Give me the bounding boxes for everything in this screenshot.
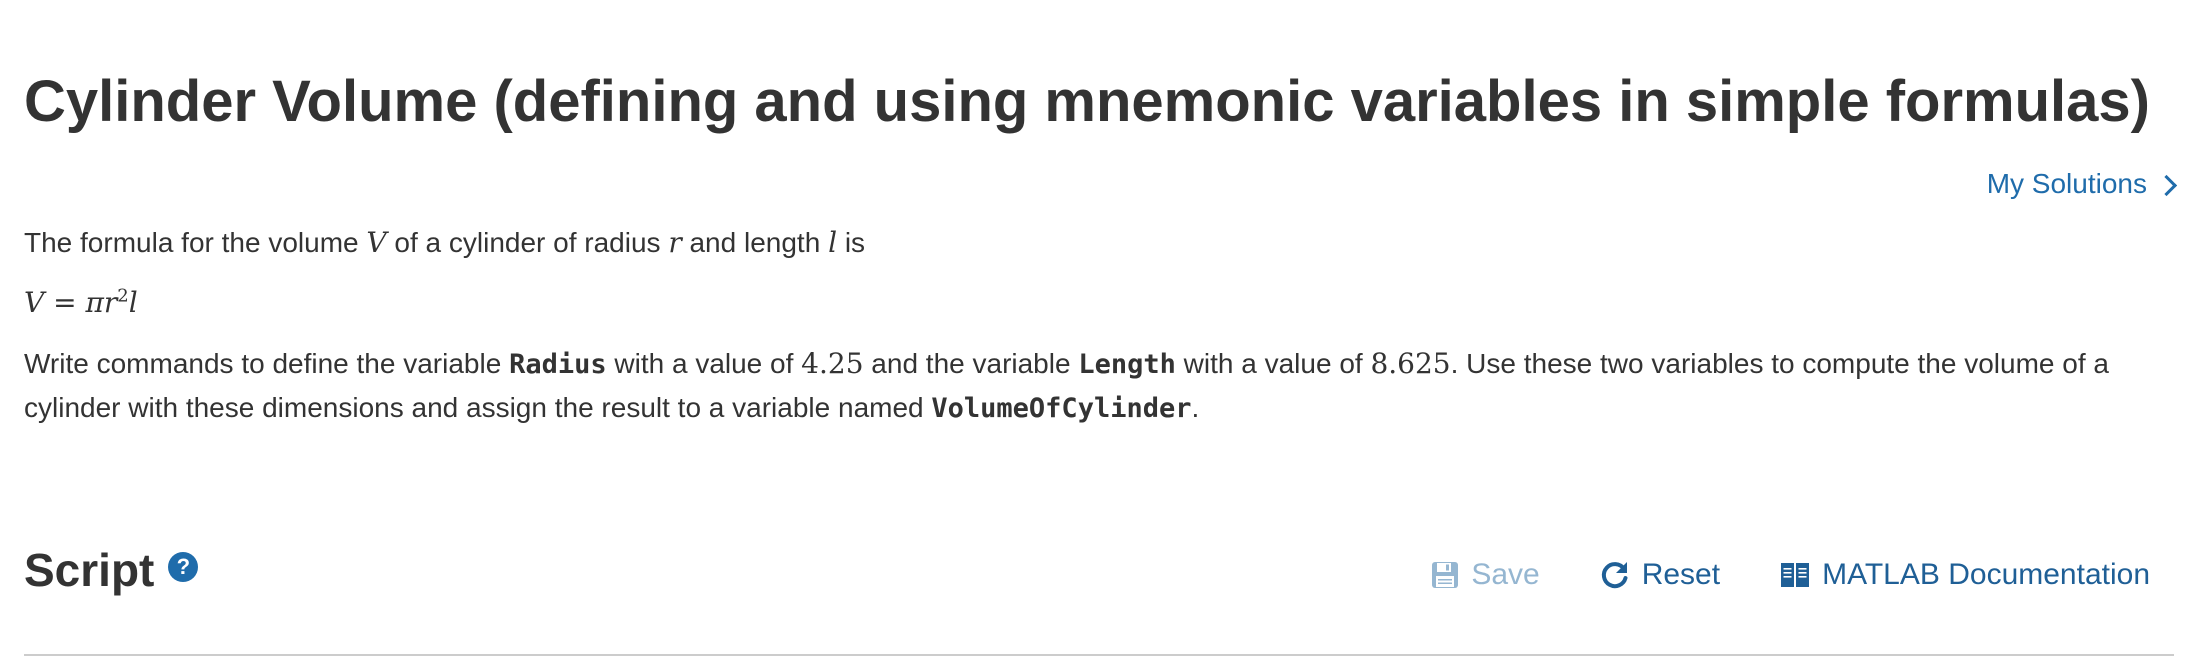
save-icon — [1432, 562, 1459, 588]
book-icon — [1781, 563, 1810, 587]
var-v: V — [366, 226, 387, 259]
save-button[interactable]: Save — [1431, 558, 1540, 592]
code-volume: VolumeOfCylinder — [931, 393, 1192, 424]
instr-text-1: Write commands to define the variable — [24, 348, 502, 379]
intro-text-3: and length — [689, 227, 821, 258]
formula-rhs: l — [128, 286, 138, 319]
value-radius: 4.25 — [801, 347, 864, 380]
var-l: l — [828, 226, 838, 259]
script-title: Script — [24, 544, 155, 596]
formula-exponent: 2 — [117, 285, 129, 307]
my-solutions-label: My Solutions — [1986, 168, 2147, 199]
my-solutions-link[interactable]: My Solutions — [1986, 168, 2178, 200]
matlab-documentation-link[interactable]: MATLAB Documentation — [1780, 558, 2150, 592]
page-title: Cylinder Volume (defining and using mnem… — [24, 69, 2150, 134]
formula-expression: V = πr2l — [24, 286, 138, 319]
instr-text-3: and the variable — [871, 348, 1071, 379]
instr-text-6: . — [1191, 392, 1200, 423]
intro-text-4: is — [844, 227, 866, 258]
reset-button[interactable]: Reset — [1600, 558, 1720, 592]
chevron-right-icon — [2155, 174, 2178, 196]
problem-page: Cylinder Volume (defining and using mnem… — [0, 0, 2198, 656]
instr-text-4: with a value of — [1183, 348, 1363, 379]
script-toolbar: Save Reset MATLAB Documentation — [1431, 558, 2150, 592]
value-length: 8.625 — [1370, 347, 1451, 380]
code-radius: Radius — [509, 349, 607, 380]
problem-intro: The formula for the volume V of a cylind… — [24, 221, 2124, 264]
intro-text-1: The formula for the volume — [24, 227, 359, 258]
doc-label: MATLAB Documentation — [1822, 558, 2150, 591]
intro-text-2: of a cylinder of radius — [394, 227, 661, 258]
instr-text-2: with a value of — [614, 348, 794, 379]
script-header: Script ? — [24, 540, 199, 600]
problem-instructions: Write commands to define the variable Ra… — [24, 342, 2124, 430]
reset-icon — [1601, 562, 1628, 589]
code-length: Length — [1078, 349, 1176, 380]
help-icon[interactable]: ? — [168, 552, 199, 582]
volume-formula: V = πr2l — [24, 281, 2124, 324]
save-label: Save — [1471, 558, 1540, 591]
formula-lhs: V = πr — [24, 286, 118, 319]
var-r: r — [668, 226, 682, 259]
reset-label: Reset — [1641, 558, 1721, 591]
